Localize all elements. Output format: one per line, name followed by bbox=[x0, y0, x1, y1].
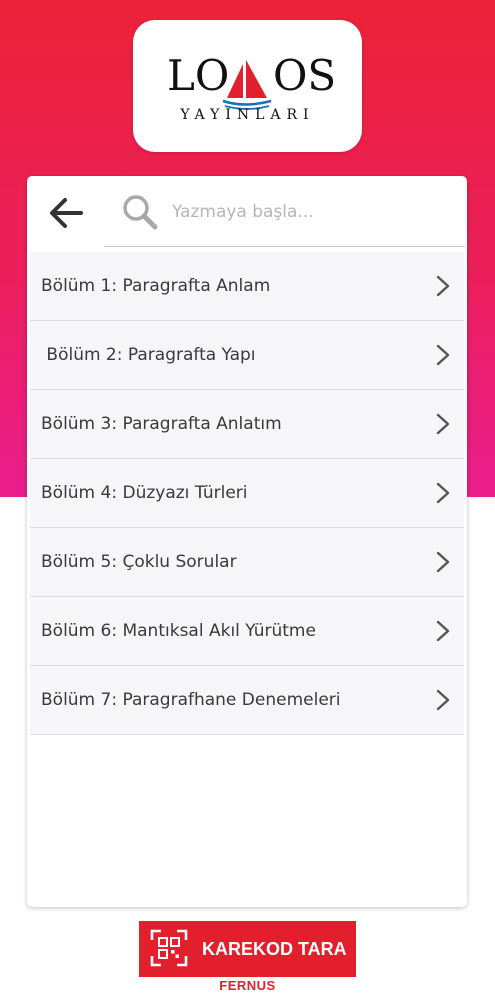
chapter-item-5[interactable]: Bölüm 5: Çoklu Sorular bbox=[30, 528, 464, 597]
chevron-right-icon bbox=[436, 482, 450, 504]
chevron-right-icon bbox=[436, 620, 450, 642]
back-button[interactable] bbox=[47, 193, 87, 233]
chapter-list-panel: Bölüm 1: Paragrafta Anlam Bölüm 2: Parag… bbox=[27, 176, 467, 907]
chapter-label: Bölüm 2: Paragrafta Yapı bbox=[41, 345, 256, 365]
search-input[interactable] bbox=[172, 196, 452, 228]
arrow-left-icon bbox=[50, 198, 83, 228]
chapter-item-7[interactable]: Bölüm 7: Paragrafhane Denemeleri bbox=[30, 666, 464, 735]
qr-scan-icon bbox=[150, 929, 188, 967]
scan-qr-button[interactable]: KAREKOD TARA bbox=[139, 921, 356, 977]
chapter-item-2[interactable]: Bölüm 2: Paragrafta Yapı bbox=[30, 321, 464, 390]
chapter-label: Bölüm 6: Mantıksal Akıl Yürütme bbox=[41, 621, 316, 641]
chapter-label: Bölüm 3: Paragrafta Anlatım bbox=[41, 414, 282, 434]
chapter-item-6[interactable]: Bölüm 6: Mantıksal Akıl Yürütme bbox=[30, 597, 464, 666]
scan-qr-label: KAREKOD TARA bbox=[202, 939, 347, 959]
chapter-label: Bölüm 7: Paragrafhane Denemeleri bbox=[41, 690, 341, 710]
chevron-right-icon bbox=[436, 551, 450, 573]
chapter-list: Bölüm 1: Paragrafta Anlam Bölüm 2: Parag… bbox=[30, 252, 464, 735]
chapter-item-3[interactable]: Bölüm 3: Paragrafta Anlatım bbox=[30, 390, 464, 459]
chapter-label: Bölüm 5: Çoklu Sorular bbox=[41, 552, 237, 572]
chevron-right-icon bbox=[436, 344, 450, 366]
logo-icon: LO OS bbox=[167, 51, 336, 110]
chapter-item-4[interactable]: Bölüm 4: Düzyazı Türleri bbox=[30, 459, 464, 528]
brand-footer: FERNUS bbox=[219, 978, 276, 993]
chevron-right-icon bbox=[436, 689, 450, 711]
logo-tagline: YAYINLARI bbox=[180, 107, 315, 123]
publisher-logo-card: LO OS YAYINLARI bbox=[133, 20, 362, 152]
chevron-right-icon bbox=[436, 275, 450, 297]
chapter-item-1[interactable]: Bölüm 1: Paragrafta Anlam bbox=[30, 252, 464, 321]
svg-text:LO: LO bbox=[167, 51, 229, 100]
search-icon bbox=[123, 195, 158, 230]
chapter-label: Bölüm 4: Düzyazı Türleri bbox=[41, 483, 248, 503]
chapter-label: Bölüm 1: Paragrafta Anlam bbox=[41, 276, 271, 296]
search-bar[interactable] bbox=[104, 176, 465, 247]
svg-text:OS: OS bbox=[273, 51, 336, 100]
chevron-right-icon bbox=[436, 413, 450, 435]
